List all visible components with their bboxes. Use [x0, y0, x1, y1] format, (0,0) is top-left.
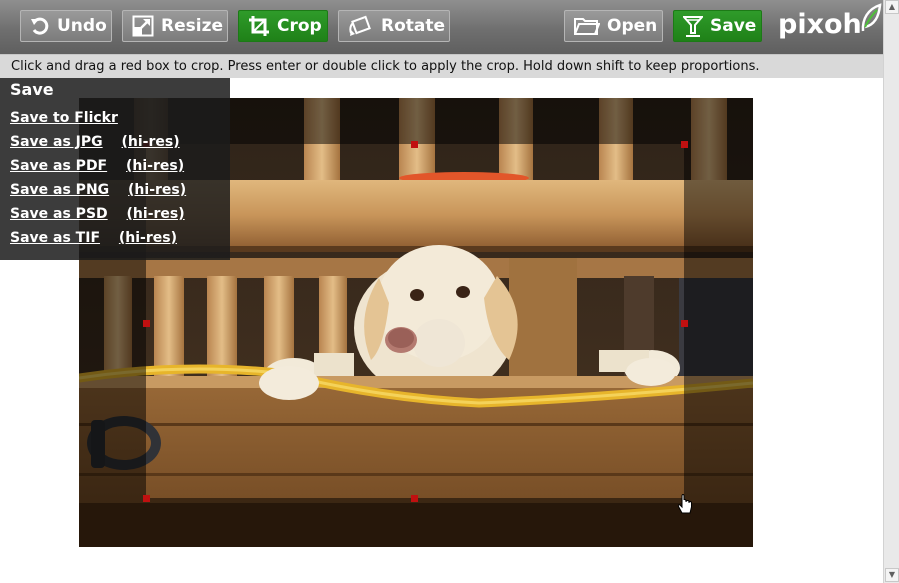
- crop-handle-top-right[interactable]: [681, 141, 688, 148]
- crop-handle-right[interactable]: [681, 320, 688, 327]
- save-as-pdf-hires-link[interactable]: (hi-res): [126, 158, 184, 174]
- instruction-bar: Click and drag a red box to crop. Press …: [0, 54, 883, 78]
- rotate-icon: [348, 15, 374, 37]
- save-as-pdf-link[interactable]: Save as PDF: [10, 158, 107, 174]
- crop-handle-left[interactable]: [143, 320, 150, 327]
- undo-label: Undo: [57, 16, 107, 36]
- save-to-flickr-link[interactable]: Save to Flickr: [10, 110, 118, 126]
- vertical-scrollbar[interactable]: ▲ ▼: [883, 0, 899, 583]
- resize-label: Resize: [161, 16, 223, 36]
- save-menu-title: Save: [10, 80, 54, 99]
- save-label: Save: [710, 16, 757, 36]
- resize-button[interactable]: Resize: [122, 10, 228, 42]
- scroll-up-icon[interactable]: ▲: [885, 0, 899, 14]
- crop-icon: [248, 15, 270, 37]
- save-as-psd-link[interactable]: Save as PSD: [10, 206, 108, 222]
- undo-button[interactable]: Undo: [20, 10, 112, 42]
- save-as-jpg-link[interactable]: Save as JPG: [10, 134, 103, 150]
- open-label: Open: [607, 16, 658, 36]
- leaf-icon: [861, 2, 882, 40]
- open-button[interactable]: Open: [564, 10, 663, 42]
- crop-label: Crop: [277, 16, 322, 36]
- rotate-button[interactable]: Rotate: [338, 10, 450, 42]
- save-as-png-hires-link[interactable]: (hi-res): [128, 182, 186, 198]
- crop-handle-bottom-left[interactable]: [143, 495, 150, 502]
- crop-handle-bottom[interactable]: [411, 495, 418, 502]
- save-menu: Save Save to Flickr Save as JPG (hi-res)…: [0, 78, 230, 260]
- save-icon: [683, 15, 703, 37]
- save-as-png-link[interactable]: Save as PNG: [10, 182, 109, 198]
- save-as-tif-link[interactable]: Save as TIF: [10, 230, 100, 246]
- rotate-label: Rotate: [381, 16, 446, 36]
- undo-icon: [30, 16, 50, 36]
- save-as-tif-hires-link[interactable]: (hi-res): [119, 230, 177, 246]
- logo-text: pixoh: [778, 8, 862, 40]
- crop-button[interactable]: Crop: [238, 10, 328, 42]
- resize-icon: [132, 15, 154, 37]
- save-as-jpg-hires-link[interactable]: (hi-res): [122, 134, 180, 150]
- save-as-psd-hires-link[interactable]: (hi-res): [127, 206, 185, 222]
- hand-cursor-icon: [677, 494, 693, 516]
- toolbar: Undo Resize Crop Rotate Open Save pixoh: [0, 0, 883, 54]
- save-button[interactable]: Save: [673, 10, 762, 42]
- scroll-down-icon[interactable]: ▼: [885, 568, 899, 582]
- pixoh-logo: pixoh: [778, 2, 882, 44]
- crop-handle-top[interactable]: [411, 141, 418, 148]
- folder-icon: [574, 16, 600, 36]
